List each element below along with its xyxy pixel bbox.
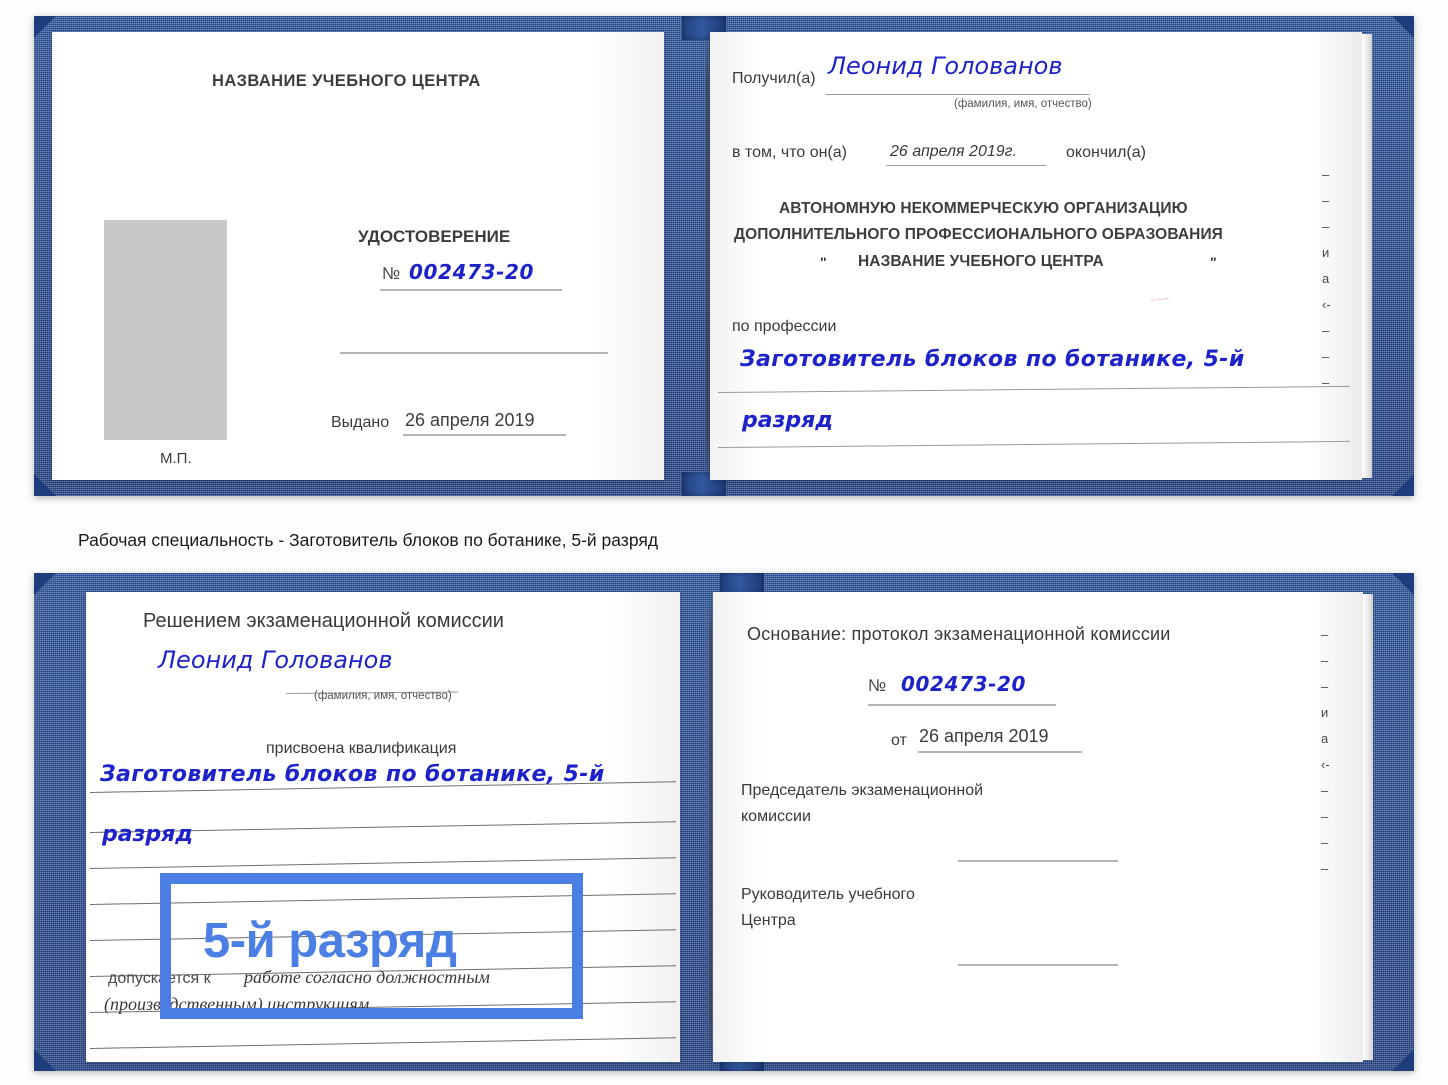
from-date: 26 апреля 2019	[919, 726, 1049, 746]
margin-fragment: –	[1322, 375, 1330, 390]
profession-line-2: разряд	[742, 408, 834, 433]
margin-fragment: а	[1321, 731, 1329, 746]
margin-fragment: –	[1322, 349, 1330, 364]
screenshot-root: НАЗВАНИЕ УЧЕБНОГО ЦЕНТРА М.П. УДОСТОВЕРЕ…	[0, 0, 1448, 1085]
finished-label: окончил(а)	[1066, 144, 1146, 161]
top-right-page: Получил(а) Леонид Голованов (фамилия, им…	[710, 32, 1362, 480]
top-right-margin-fragments: – – – и а ‹- – – –	[1322, 162, 1331, 396]
margin-fragment: –	[1322, 167, 1330, 182]
margin-fragment: –	[1321, 679, 1329, 694]
completion-date-rule	[886, 165, 1046, 166]
org-name: НАЗВАНИЕ УЧЕБНОГО ЦЕНТРА	[858, 253, 1104, 270]
bottom-page-edge-stack	[1363, 594, 1373, 1060]
certificate-number-value: 002473-20	[409, 260, 535, 284]
recipient-name: Леонид Голованов	[828, 52, 1063, 80]
in-that-label: в том, что он(а)	[732, 144, 847, 161]
cover-corner-bottom-right	[1392, 474, 1414, 496]
margin-fragment: –	[1321, 627, 1329, 642]
org-line-2: ДОПОЛНИТЕЛЬНОГО ПРОФЕССИОНАЛЬНОГО ОБРАЗО…	[734, 226, 1223, 243]
issued-label: Выдано	[331, 414, 390, 431]
profession-rule-2	[717, 440, 1350, 448]
photo-placeholder	[104, 220, 227, 440]
basis-label: Основание: протокол экзаменационной коми…	[747, 624, 1171, 644]
seal-label: М.П.	[160, 450, 192, 467]
protocol-number-rule	[868, 704, 1056, 706]
margin-fragment: ‹-	[1321, 757, 1330, 772]
number-rule	[380, 289, 562, 291]
margin-fragment: и	[1322, 245, 1330, 260]
head-line-2: Центра	[741, 912, 796, 929]
margin-fragment: –	[1322, 323, 1330, 338]
qualification-line-2: разряд	[102, 822, 194, 847]
document-title: УДОСТОВЕРЕНИЕ	[358, 227, 511, 246]
head-signature-rule	[958, 964, 1118, 966]
margin-fragment: –	[1321, 861, 1329, 876]
margin-fragment: –	[1322, 219, 1330, 234]
margin-fragment: –	[1321, 653, 1329, 668]
issued-date-rule	[403, 434, 566, 436]
org-line-1: АВТОНОМНУЮ НЕКОММЕРЧЕСКУЮ ОРГАНИЗАЦИЮ	[779, 200, 1188, 217]
blank-rule	[340, 352, 608, 354]
margin-fragment: –	[1321, 809, 1329, 824]
org-quote-close: "	[1210, 254, 1217, 270]
decision-title: Решением экзаменационной комиссии	[143, 610, 504, 632]
protocol-number-value: 002473-20	[901, 672, 1027, 696]
number-symbol: №	[382, 264, 401, 283]
from-label: от	[891, 732, 907, 749]
completion-date: 26 апреля 2019г.	[890, 143, 1017, 160]
org-quote-open: "	[820, 254, 827, 270]
cover-corner-top-right	[1392, 16, 1414, 38]
chairman-line-1: Председатель экзаменационной	[741, 782, 984, 799]
from-date-rule	[918, 751, 1082, 753]
margin-fragment: –	[1321, 835, 1329, 850]
highlight-label: 5-й разряд	[203, 914, 457, 968]
cover-corner-bottom-right	[1392, 1049, 1414, 1071]
bottom-center-crease	[709, 596, 712, 1058]
margin-fragment: ‹-	[1322, 297, 1331, 312]
top-page-edge-stack	[1362, 34, 1372, 478]
cover-corner-top-left	[34, 573, 56, 595]
cover-corner-bottom-left	[34, 1049, 56, 1071]
protocol-number-symbol: №	[868, 676, 887, 695]
margin-fragment: и	[1321, 705, 1329, 720]
qualification-line-1: Заготовитель блоков по ботанике, 5-й	[100, 762, 605, 787]
name-hint: (фамилия, имя, отчество)	[954, 98, 1092, 110]
profession-label: по профессии	[732, 318, 837, 335]
profession-line-1: Заготовитель блоков по ботанике, 5-й	[740, 347, 1245, 372]
margin-fragment: –	[1322, 193, 1330, 208]
recipient-name: Леонид Голованов	[158, 646, 393, 674]
top-left-page: НАЗВАНИЕ УЧЕБНОГО ЦЕНТРА М.П. УДОСТОВЕРЕ…	[52, 32, 664, 480]
received-label: Получил(а)	[732, 70, 816, 87]
chairman-line-2: комиссии	[741, 808, 811, 825]
profession-rule-1	[717, 385, 1350, 393]
head-line-1: Руководитель учебного	[741, 886, 915, 903]
top-center-crease	[706, 36, 709, 476]
faint-stamp-ghost: ~~~	[1149, 292, 1170, 308]
bottom-right-page: Основание: протокол экзаменационной коми…	[713, 592, 1363, 1062]
name-hint: (фамилия, имя, отчество)	[314, 690, 452, 702]
training-center-header: НАЗВАНИЕ УЧЕБНОГО ЦЕНТРА	[212, 72, 481, 90]
caption-text: Рабочая специальность - Заготовитель бло…	[78, 530, 659, 550]
margin-fragment: –	[1321, 783, 1329, 798]
bottom-right-margin-fragments: – – – и а ‹- – – – –	[1321, 622, 1330, 882]
margin-fragment: а	[1322, 271, 1330, 286]
qualification-label: присвоена квалификация	[266, 740, 457, 757]
recipient-name-rule	[826, 94, 1090, 95]
cover-corner-top-right	[1392, 573, 1414, 595]
issued-date: 26 апреля 2019	[405, 410, 535, 430]
chairman-signature-rule	[958, 860, 1118, 862]
